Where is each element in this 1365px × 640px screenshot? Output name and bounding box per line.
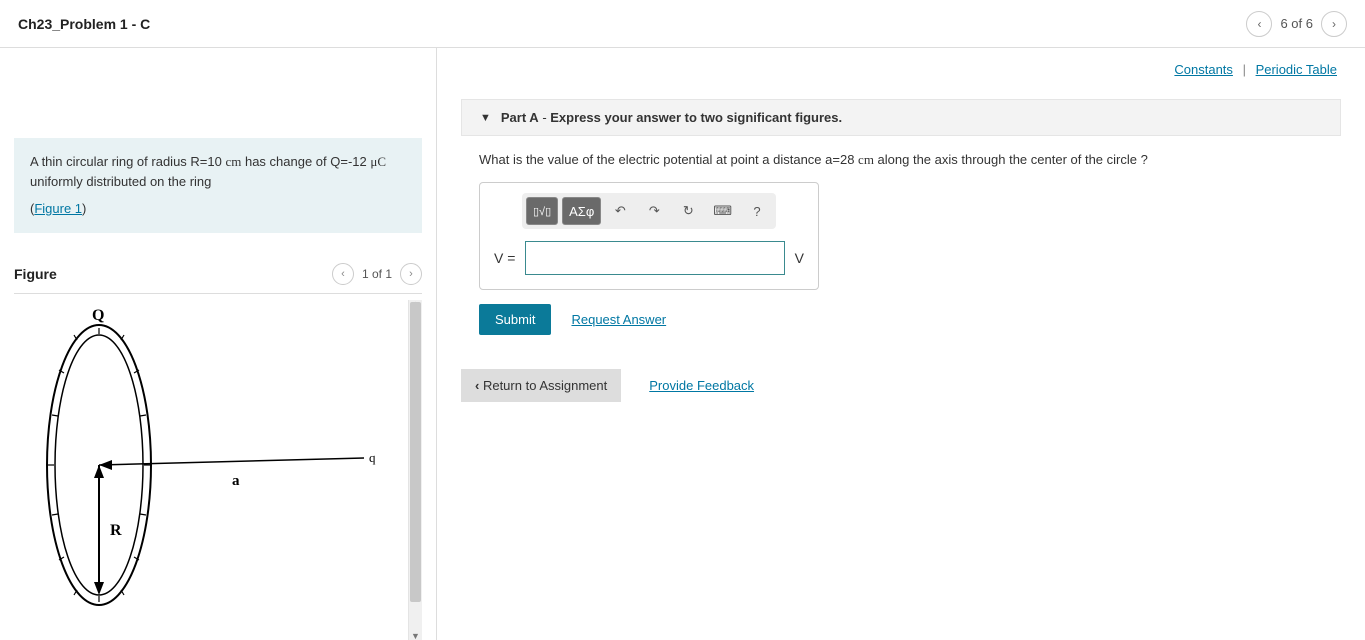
- figure-heading: Figure: [14, 266, 57, 282]
- figure-prev-button[interactable]: ‹: [332, 263, 354, 285]
- undo-button[interactable]: ↶: [605, 197, 635, 225]
- problem-statement: A thin circular ring of radius R=10 cm h…: [14, 138, 422, 233]
- figure-link[interactable]: Figure 1: [34, 201, 82, 216]
- reset-button[interactable]: ↻: [673, 197, 703, 225]
- return-to-assignment-button[interactable]: Return to Assignment: [461, 369, 621, 402]
- answer-input[interactable]: [525, 241, 784, 275]
- submit-button[interactable]: Submit: [479, 304, 551, 335]
- provide-feedback-link[interactable]: Provide Feedback: [649, 378, 754, 393]
- answer-box: ▯√▯ ΑΣφ ↶ ↷ ↻ ⌨ ? V = V: [479, 182, 819, 290]
- scroll-thumb[interactable]: [410, 302, 421, 602]
- top-bar: Ch23_Problem 1 - C ‹ 6 of 6 ›: [0, 0, 1365, 48]
- periodic-table-link[interactable]: Periodic Table: [1256, 62, 1337, 77]
- unit-cm: cm: [858, 152, 874, 167]
- link-separator: |: [1243, 62, 1246, 77]
- figure-next-button[interactable]: ›: [400, 263, 422, 285]
- reference-links: Constants | Periodic Table: [437, 48, 1365, 87]
- equation-toolbar: ▯√▯ ΑΣφ ↶ ↷ ↻ ⌨ ?: [522, 193, 776, 229]
- problem-text: uniformly distributed on the ring: [30, 174, 211, 189]
- figure-nav: ‹ 1 of 1 ›: [332, 263, 422, 285]
- redo-button[interactable]: ↷: [639, 197, 669, 225]
- prev-page-button[interactable]: ‹: [1246, 11, 1272, 37]
- unit-cm: cm: [225, 154, 241, 169]
- keyboard-button[interactable]: ⌨: [707, 197, 738, 225]
- label-q: q: [369, 450, 376, 465]
- question-text: What is the value of the electric potent…: [437, 136, 1365, 182]
- request-answer-link[interactable]: Request Answer: [571, 312, 666, 327]
- page-indicator: 6 of 6: [1280, 16, 1313, 31]
- unit-microcoulomb: μC: [370, 154, 386, 169]
- part-label: Part A - Express your answer to two sign…: [501, 110, 842, 125]
- collapse-caret-icon: ▼: [480, 112, 491, 124]
- constants-link[interactable]: Constants: [1174, 62, 1233, 77]
- answer-unit: V: [795, 250, 804, 266]
- page-nav: ‹ 6 of 6 ›: [1246, 11, 1347, 37]
- scroll-down-icon[interactable]: ▼: [409, 630, 422, 640]
- figure-viewport: Q R a q ▲ ▼: [14, 300, 422, 640]
- next-page-button[interactable]: ›: [1321, 11, 1347, 37]
- templates-button[interactable]: ▯√▯: [526, 197, 558, 225]
- problem-text: has change of Q=-12: [241, 154, 370, 169]
- assignment-title: Ch23_Problem 1 - C: [18, 16, 150, 32]
- problem-text: A thin circular ring of radius R=10: [30, 154, 225, 169]
- label-R: R: [110, 522, 122, 539]
- label-a: a: [232, 473, 240, 489]
- label-Q: Q: [92, 307, 104, 324]
- figure-page-indicator: 1 of 1: [362, 267, 392, 281]
- answer-lhs: V =: [494, 250, 515, 266]
- help-button[interactable]: ?: [742, 197, 772, 225]
- greek-symbols-button[interactable]: ΑΣφ: [562, 197, 601, 225]
- figure-scrollbar[interactable]: ▲ ▼: [408, 300, 422, 640]
- ring-diagram: Q R a q: [14, 300, 409, 630]
- part-a-header[interactable]: ▼ Part A - Express your answer to two si…: [461, 99, 1341, 136]
